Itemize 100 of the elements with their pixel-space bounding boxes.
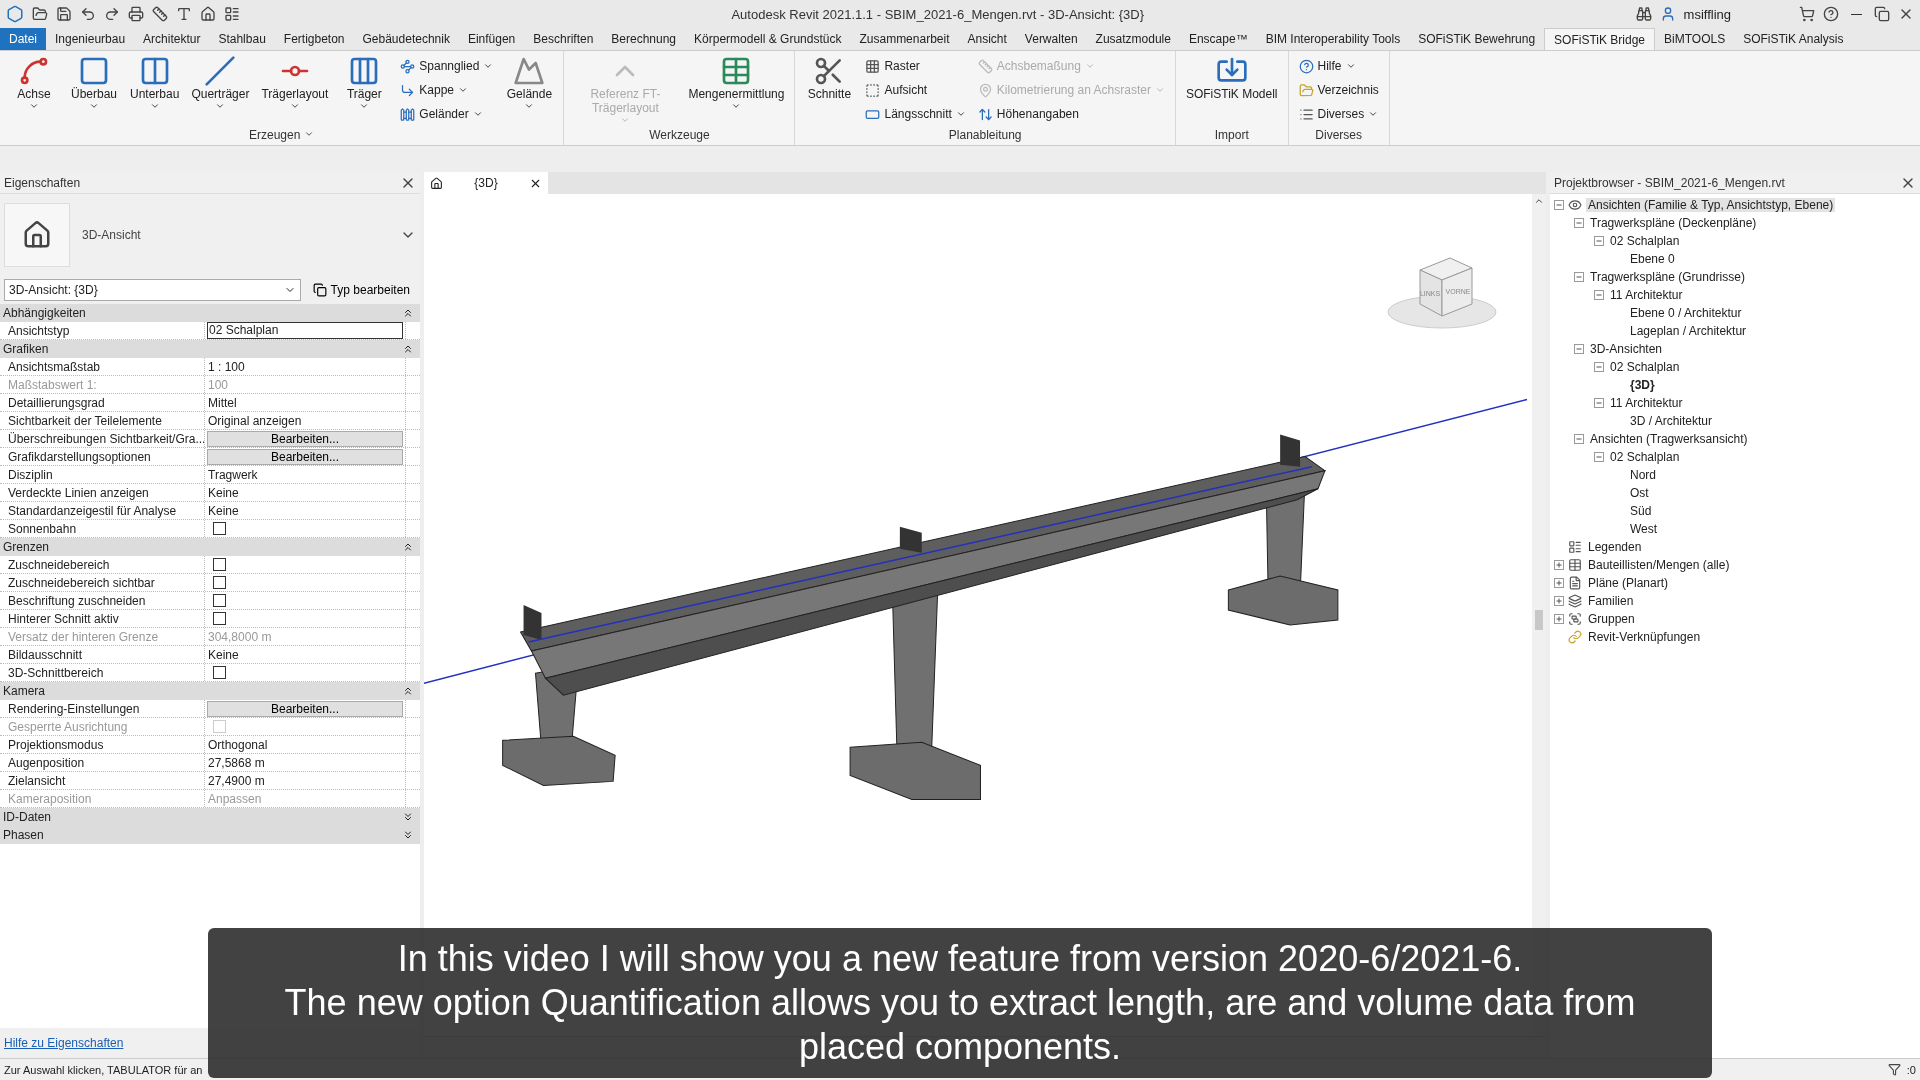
ribbon-tool[interactable]: Kappe xyxy=(396,79,498,101)
collapse-toggle[interactable] xyxy=(1574,218,1584,228)
ribbon-tool[interactable]: Höhenangaben xyxy=(973,103,1169,125)
tree-item[interactable]: Familien xyxy=(1586,594,1636,608)
ribbon-tab[interactable]: Datei xyxy=(0,28,46,50)
tree-item[interactable]: Tragwerkspläne (Grundrisse) xyxy=(1588,270,1747,284)
tree-item[interactable]: Ebene 0 xyxy=(1628,252,1677,266)
tree-item[interactable]: 3D-Ansichten xyxy=(1588,342,1665,356)
ribbon-tab[interactable]: Zusammenarbeit xyxy=(850,28,959,50)
checkbox[interactable] xyxy=(213,558,226,571)
tree-item[interactable]: Ansichten (Tragwerksansicht) xyxy=(1588,432,1750,446)
edit-button[interactable]: Bearbeiten... xyxy=(207,700,403,717)
ribbon-tool[interactable]: Hilfe xyxy=(1294,55,1383,77)
minimize-icon[interactable] xyxy=(1851,13,1862,15)
section-header[interactable]: Grafiken xyxy=(0,340,420,358)
ribbon-tool[interactable]: Querträger xyxy=(187,53,254,127)
ribbon-tab[interactable]: SOFiSTiK Bridge xyxy=(1544,28,1655,50)
group-label[interactable]: Erzeugen xyxy=(249,128,301,142)
collapse-toggle[interactable] xyxy=(1594,452,1604,462)
tree-item[interactable]: Bauteillisten/Mengen (alle) xyxy=(1586,558,1732,572)
tree-item[interactable]: 11 Architektur xyxy=(1608,288,1685,302)
collapse-toggle[interactable] xyxy=(1594,290,1604,300)
tree-item[interactable]: Revit-Verknüpfungen xyxy=(1586,630,1703,644)
section-header[interactable]: ID-Daten xyxy=(0,808,420,826)
tree-item[interactable]: 02 Schalplan xyxy=(1608,360,1682,374)
ribbon-tool[interactable]: Überbau xyxy=(66,53,122,127)
ribbon-tab[interactable]: Körpermodell & Grundstück xyxy=(685,28,851,50)
checkbox[interactable] xyxy=(213,666,226,679)
ribbon-tab[interactable]: Ansicht xyxy=(958,28,1016,50)
tree-item[interactable]: Ebene 0 / Architektur xyxy=(1628,306,1744,320)
expand-toggle[interactable] xyxy=(1554,560,1564,570)
ribbon-tab[interactable]: SOFiSTiK Analysis xyxy=(1734,28,1853,50)
edit-type-button[interactable]: Typ bearbeiten xyxy=(306,282,416,298)
view-tab[interactable]: {3D} xyxy=(424,172,548,194)
ribbon-tool[interactable]: Längsschnitt xyxy=(861,103,970,125)
ribbon-tab[interactable]: Architektur xyxy=(134,28,210,50)
tree-item[interactable]: 11 Architektur xyxy=(1608,396,1685,410)
tree-item[interactable]: Süd xyxy=(1628,504,1654,518)
tree-item[interactable]: Lageplan / Architektur xyxy=(1628,324,1749,338)
tree-item[interactable]: 3D / Architektur xyxy=(1628,414,1715,428)
expand-toggle[interactable] xyxy=(1554,614,1564,624)
tree-item[interactable]: West xyxy=(1628,522,1660,536)
tree-item[interactable]: {3D} xyxy=(1628,378,1657,392)
ribbon-tab[interactable]: Zusatzmodule xyxy=(1086,28,1180,50)
tree-item[interactable]: Tragwerkspläne (Deckenpläne) xyxy=(1588,216,1759,230)
ribbon-tab[interactable]: Gebäudetechnik xyxy=(353,28,459,50)
user-name[interactable]: msiffling xyxy=(1683,6,1731,22)
ribbon-tab[interactable]: Ingenieurbau xyxy=(46,28,135,50)
collapse-toggle[interactable] xyxy=(1554,200,1564,210)
ribbon-tab[interactable]: Verwalten xyxy=(1015,28,1087,50)
section-header[interactable]: Kamera xyxy=(0,682,420,700)
tree-item[interactable]: 02 Schalplan xyxy=(1608,450,1682,464)
expand-toggle[interactable] xyxy=(1554,578,1564,588)
ribbon-tool[interactable]: Schnitte xyxy=(801,53,858,127)
ribbon-tab[interactable]: Berechnung xyxy=(602,28,686,50)
ribbon-tab[interactable]: SOFiSTiK Bewehrung xyxy=(1409,28,1545,50)
tree-item[interactable]: Ost xyxy=(1628,486,1651,500)
ribbon-tool[interactable]: Unterbau xyxy=(126,53,184,127)
collapse-toggle[interactable] xyxy=(1594,398,1604,408)
ribbon-tab[interactable]: Stahlbau xyxy=(209,28,275,50)
collapse-toggle[interactable] xyxy=(1574,434,1584,444)
ribbon-tool[interactable]: Aufsicht xyxy=(861,79,970,101)
ribbon-tab[interactable]: Einfügen xyxy=(458,28,525,50)
ribbon-tab[interactable]: Enscape™ xyxy=(1179,28,1257,50)
ribbon-tool[interactable]: Mengenermittlung xyxy=(684,53,789,127)
ribbon-tool[interactable]: Raster xyxy=(861,55,970,77)
scroll-up-icon[interactable] xyxy=(1534,196,1544,206)
tree-item[interactable]: Nord xyxy=(1628,468,1658,482)
tree-item[interactable]: 02 Schalplan xyxy=(1608,234,1682,248)
collapse-toggle[interactable] xyxy=(1594,236,1604,246)
checkbox[interactable] xyxy=(213,576,226,589)
section-header[interactable]: Abhängigkeiten xyxy=(0,304,420,322)
collapse-toggle[interactable] xyxy=(1574,272,1584,282)
ribbon-tab[interactable]: BIM Interoperability Tools xyxy=(1256,28,1410,50)
tree-item[interactable]: Legenden xyxy=(1586,540,1644,554)
tree-item[interactable]: Pläne (Planart) xyxy=(1586,576,1671,590)
caret-icon[interactable] xyxy=(304,129,315,139)
ribbon-tool[interactable]: Diverses xyxy=(1294,103,1383,125)
help-link[interactable]: Hilfe zu Eigenschaften xyxy=(4,1036,124,1050)
ribbon-tab[interactable]: BiMTOOLS xyxy=(1655,28,1735,50)
section-header[interactable]: Grenzen xyxy=(0,538,420,556)
edit-button[interactable]: Bearbeiten... xyxy=(207,448,403,465)
collapse-toggle[interactable] xyxy=(1594,362,1604,372)
checkbox[interactable] xyxy=(213,612,226,625)
ribbon-tool[interactable]: Gelände xyxy=(501,53,558,127)
ribbon-tool[interactable]: Geländer xyxy=(396,103,498,125)
tree-item[interactable]: Gruppen xyxy=(1586,612,1637,626)
expand-toggle[interactable] xyxy=(1554,596,1564,606)
ribbon-tab[interactable]: Beschriften xyxy=(524,28,603,50)
ribbon-tool[interactable]: SOFiSTiK Modell xyxy=(1181,53,1282,127)
ribbon-tool[interactable]: Träger xyxy=(336,53,393,127)
checkbox[interactable] xyxy=(213,594,226,607)
collapse-toggle[interactable] xyxy=(1574,344,1584,354)
tree-item[interactable]: Ansichten (Familie & Typ, Ansichtstyp, Ebene) xyxy=(1586,198,1836,212)
scroll-thumb[interactable] xyxy=(1535,610,1543,630)
ribbon-tab[interactable]: Fertigbeton xyxy=(274,28,354,50)
checkbox[interactable] xyxy=(213,522,226,535)
instance-selector[interactable]: 3D-Ansicht: {3D} xyxy=(4,279,301,301)
edit-button[interactable]: Bearbeiten... xyxy=(207,430,403,447)
section-header[interactable]: Phasen xyxy=(0,826,420,844)
